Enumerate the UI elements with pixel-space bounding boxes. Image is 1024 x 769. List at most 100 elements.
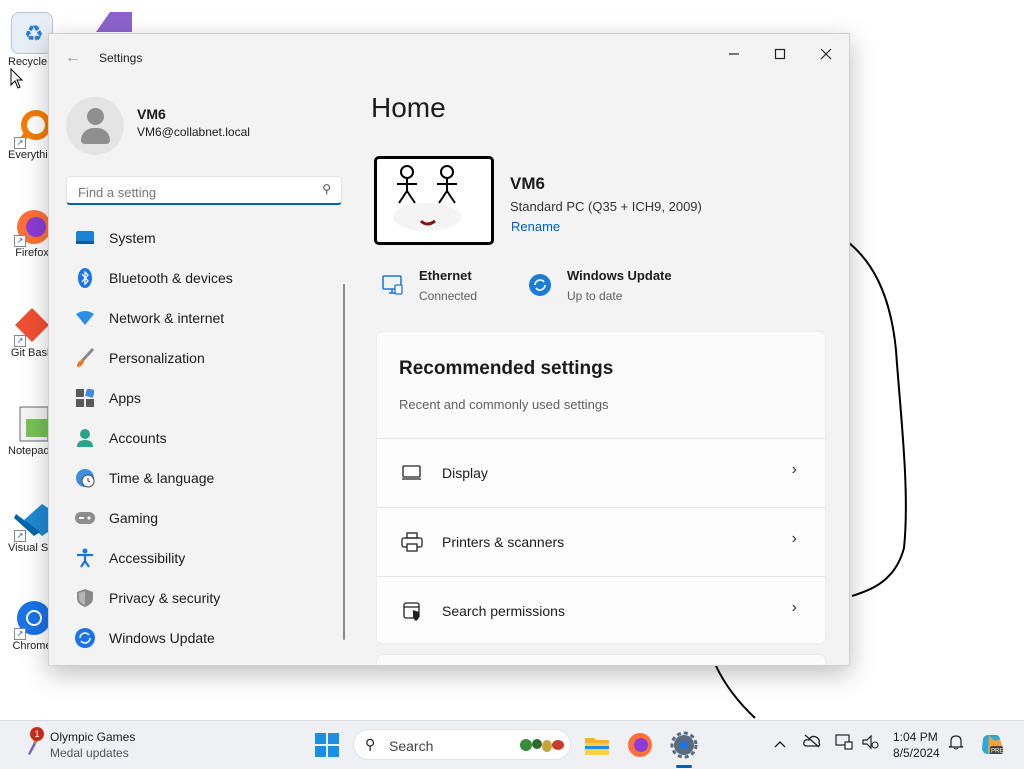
settings-search-input[interactable]: [76, 182, 310, 202]
user-email: VM6@collabnet.local: [137, 125, 250, 139]
widget-title: Olympic Games: [50, 730, 136, 744]
display-icon: [402, 465, 421, 480]
copilot-button[interactable]: PRE: [980, 733, 1004, 757]
sidebar-item-label: Windows Update: [109, 630, 215, 646]
device-description: Standard PC (Q35 + ICH9, 2009): [510, 199, 702, 214]
chevron-right-icon: ›: [791, 599, 797, 616]
wifi-icon: [75, 308, 95, 328]
sidebar-nav: System Bluetooth & devices Network & int…: [66, 218, 342, 658]
chevron-right-icon: ›: [791, 530, 797, 547]
taskbar: 1 Olympic Games Medal updates ⚲ Search 1…: [0, 720, 1024, 769]
sidebar-item-privacy-security[interactable]: Privacy & security: [66, 578, 342, 618]
person-icon: [75, 428, 95, 448]
sidebar-item-label: Network & internet: [109, 310, 225, 326]
sidebar-item-accessibility[interactable]: Accessibility: [66, 538, 342, 578]
notepad-plus-plus-icon: [12, 403, 52, 443]
taskbar-search[interactable]: ⚲ Search: [353, 729, 571, 760]
printer-icon: [401, 532, 423, 552]
sidebar-item-accounts[interactable]: Accounts: [66, 418, 342, 458]
notification-badge: 1: [30, 727, 44, 741]
show-hidden-icons-button[interactable]: [770, 734, 790, 754]
sidebar-item-personalization[interactable]: Personalization: [66, 338, 342, 378]
clock-time[interactable]: 1:04 PM: [893, 730, 938, 744]
avatar[interactable]: [66, 97, 124, 155]
clock-date[interactable]: 8/5/2024: [893, 746, 940, 760]
file-explorer-button[interactable]: [583, 731, 611, 759]
chrome-icon: ↗: [12, 598, 52, 640]
copilot-icon: PRE: [982, 735, 1003, 755]
update-icon: [529, 274, 551, 296]
sidebar-item-label: Gaming: [109, 510, 159, 526]
back-button[interactable]: ←: [63, 48, 83, 68]
globe-clock-icon: [75, 468, 95, 488]
search-icon: ⚲: [322, 182, 331, 196]
sidebar-item-label: Privacy & security: [109, 590, 221, 606]
sidebar-item-apps[interactable]: Apps: [66, 378, 342, 418]
avatar-body: [81, 128, 110, 144]
apps-icon: [75, 388, 95, 408]
settings-window: ← Settings VM6 VM6@collabnet.local ⚲ Sys…: [48, 33, 850, 666]
sidebar-item-gaming[interactable]: Gaming: [66, 498, 342, 538]
firefox-taskbar-button[interactable]: [626, 731, 654, 759]
recommended-row-printers[interactable]: Printers & scanners ›: [377, 507, 825, 576]
ethernet-icon: [382, 275, 403, 295]
minimize-button[interactable]: [711, 40, 757, 70]
chevron-up-icon: [774, 741, 786, 748]
maximize-button[interactable]: [757, 40, 803, 70]
speaker-muted-icon: [862, 734, 879, 750]
sidebar-item-label: Accessibility: [109, 550, 186, 566]
page-title: Home: [371, 92, 446, 123]
recommended-row-search-permissions[interactable]: Search permissions ›: [377, 576, 825, 643]
windows-start-icon: [315, 733, 339, 757]
search-icon: ⚲: [365, 736, 376, 752]
file-explorer-icon: [585, 738, 609, 755]
minimize-icon: [729, 53, 739, 55]
windows-update-title: Windows Update: [567, 268, 672, 283]
ethernet-subtitle: Connected: [419, 289, 478, 303]
widgets-button[interactable]: 1 Olympic Games Medal updates: [22, 727, 162, 762]
notifications-button[interactable]: [946, 734, 966, 754]
vscode-icon: ↗: [12, 500, 52, 542]
sidebar-item-system[interactable]: System: [66, 218, 342, 258]
settings-gear-icon: [670, 731, 698, 759]
sidebar-item-network[interactable]: Network & internet: [66, 298, 342, 338]
user-name: VM6: [137, 106, 166, 122]
sidebar-item-label: Bluetooth & devices: [109, 270, 233, 286]
window-title: Settings: [99, 51, 143, 65]
recommended-title: Recommended settings: [399, 358, 614, 379]
avatar-head: [87, 108, 104, 125]
recommended-row-display[interactable]: Display ›: [377, 438, 825, 507]
rename-link[interactable]: Rename: [511, 219, 560, 234]
recycle-bin-icon: ♻: [11, 12, 53, 54]
close-icon: [820, 48, 832, 60]
close-button[interactable]: [803, 40, 849, 70]
sidebar-item-label: Apps: [109, 390, 141, 406]
settings-search-box[interactable]: ⚲: [66, 176, 342, 205]
sidebar-item-bluetooth[interactable]: Bluetooth & devices: [66, 258, 342, 298]
recommended-subtitle: Recent and commonly used settings: [399, 397, 609, 412]
cloud-offline-icon: [803, 734, 821, 748]
maximize-icon: [774, 48, 786, 60]
volume-button[interactable]: [860, 734, 880, 754]
settings-taskbar-button[interactable]: [670, 731, 698, 759]
bluetooth-icon: [75, 268, 95, 288]
firefox-icon: [628, 733, 652, 757]
recommended-row-label: Search permissions: [442, 603, 565, 619]
sidebar-item-time-language[interactable]: Time & language: [66, 458, 342, 498]
visual-studio-icon[interactable]: [92, 8, 140, 34]
device-thumbnail[interactable]: [374, 156, 494, 245]
recommended-row-label: Printers & scanners: [442, 534, 565, 550]
ethernet-title: Ethernet: [419, 268, 472, 283]
onedrive-button[interactable]: [802, 734, 822, 754]
sidebar-item-windows-update[interactable]: Windows Update: [66, 618, 342, 658]
sidebar-scrollbar[interactable]: [343, 284, 345, 640]
search-highlight-icon: [520, 739, 564, 752]
gamepad-icon: [75, 508, 95, 528]
svg-text:PRE: PRE: [991, 749, 1003, 755]
recommended-settings-card: Recommended settings Recent and commonly…: [376, 331, 826, 644]
title-bar[interactable]: ← Settings: [49, 34, 849, 82]
start-button[interactable]: [315, 733, 339, 757]
windows-update-subtitle: Up to date: [567, 289, 623, 303]
network-button[interactable]: [834, 734, 854, 754]
firefox-icon: ↗: [12, 205, 52, 247]
